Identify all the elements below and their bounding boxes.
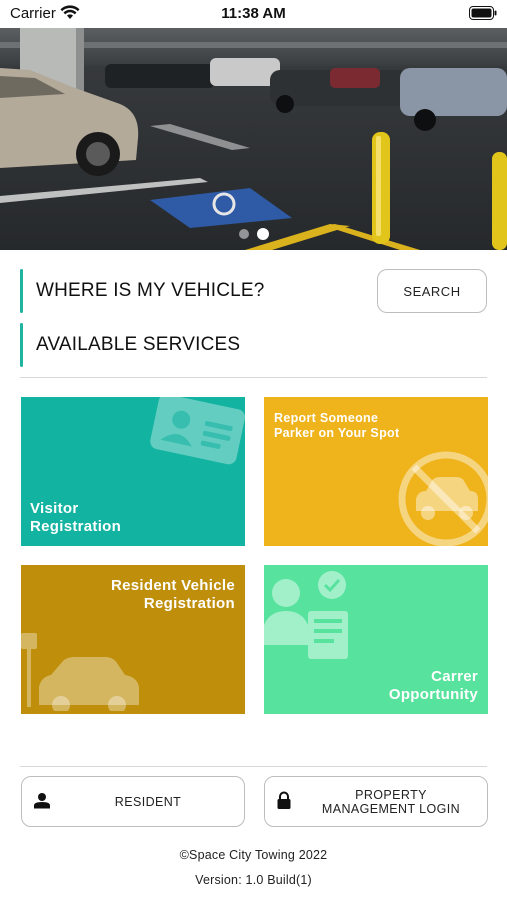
copyright-text: ©Space City Towing 2022 [179, 848, 328, 862]
services-section-title: AVAILABLE SERVICES [36, 334, 241, 355]
vehicle-section-title: WHERE IS MY VEHICLE? [36, 280, 265, 301]
resident-vehicle-registration-label: Resident Vehicle Registration [110, 577, 235, 612]
services-header-row: AVAILABLE SERVICES [20, 323, 487, 367]
carousel-dot[interactable] [238, 229, 249, 239]
parked-car-icon [21, 627, 147, 714]
resident-vehicle-registration-tile[interactable]: Resident Vehicle Registration [21, 565, 245, 714]
section-divider [20, 377, 487, 378]
visitor-registration-tile[interactable]: Visitor Registration [21, 397, 245, 546]
report-parker-label: Report Someone Parker on Your Spot [274, 411, 400, 440]
version-text: Version: 1.0 Build(1) [195, 873, 312, 887]
visitor-registration-label: Visitor Registration [30, 500, 122, 535]
section-accent-bar [20, 269, 23, 313]
vehicle-search-row: WHERE IS MY VEHICLE? SEARCH [20, 269, 487, 313]
property-management-login-button[interactable]: PROPERTY MANAGEMENT LOGIN [264, 776, 488, 827]
hero-carousel[interactable] [0, 28, 507, 250]
job-applicant-icon [264, 569, 356, 666]
bottom-divider [20, 766, 487, 767]
id-card-icon [141, 397, 245, 476]
search-button[interactable]: SEARCH [377, 269, 487, 313]
property-management-login-label: PROPERTY MANAGEMENT LOGIN [321, 787, 461, 816]
carousel-indicator [0, 228, 507, 240]
battery-icon [469, 6, 497, 25]
lock-icon [277, 791, 291, 812]
career-opportunity-label: Carrer Opportunity [388, 668, 478, 703]
carousel-dot-active[interactable] [256, 228, 269, 240]
resident-button[interactable]: RESIDENT [21, 776, 245, 827]
parking-garage-photo [0, 28, 507, 250]
status-bar: Carrier 11:38 AM [0, 0, 507, 28]
career-opportunity-tile[interactable]: Carrer Opportunity [264, 565, 488, 714]
status-time: 11:38 AM [221, 5, 286, 22]
person-icon [34, 792, 50, 811]
no-parking-icon [386, 447, 488, 546]
report-parker-tile[interactable]: Report Someone Parker on Your Spot [264, 397, 488, 546]
resident-button-label: RESIDENT [114, 794, 182, 809]
section-accent-bar [20, 323, 23, 367]
